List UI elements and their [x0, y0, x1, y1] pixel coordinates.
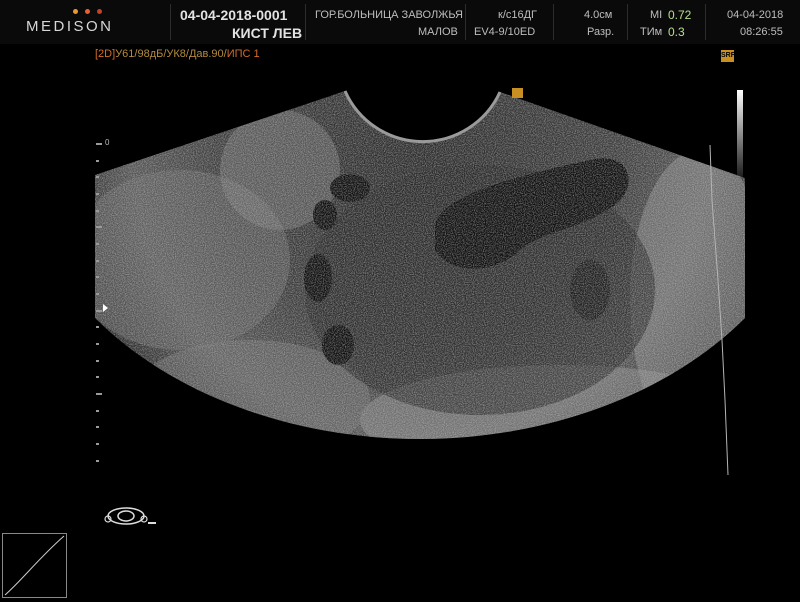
probe-position-icon: [104, 507, 156, 525]
orientation-marker: [512, 88, 523, 98]
gray-curve-box: [2, 533, 67, 598]
scan-sector: [95, 91, 745, 439]
gray-curve: [4, 535, 65, 596]
depth-zero-label: 0: [105, 138, 110, 147]
speckle-texture: [95, 91, 745, 439]
focus-marker: [103, 304, 108, 312]
